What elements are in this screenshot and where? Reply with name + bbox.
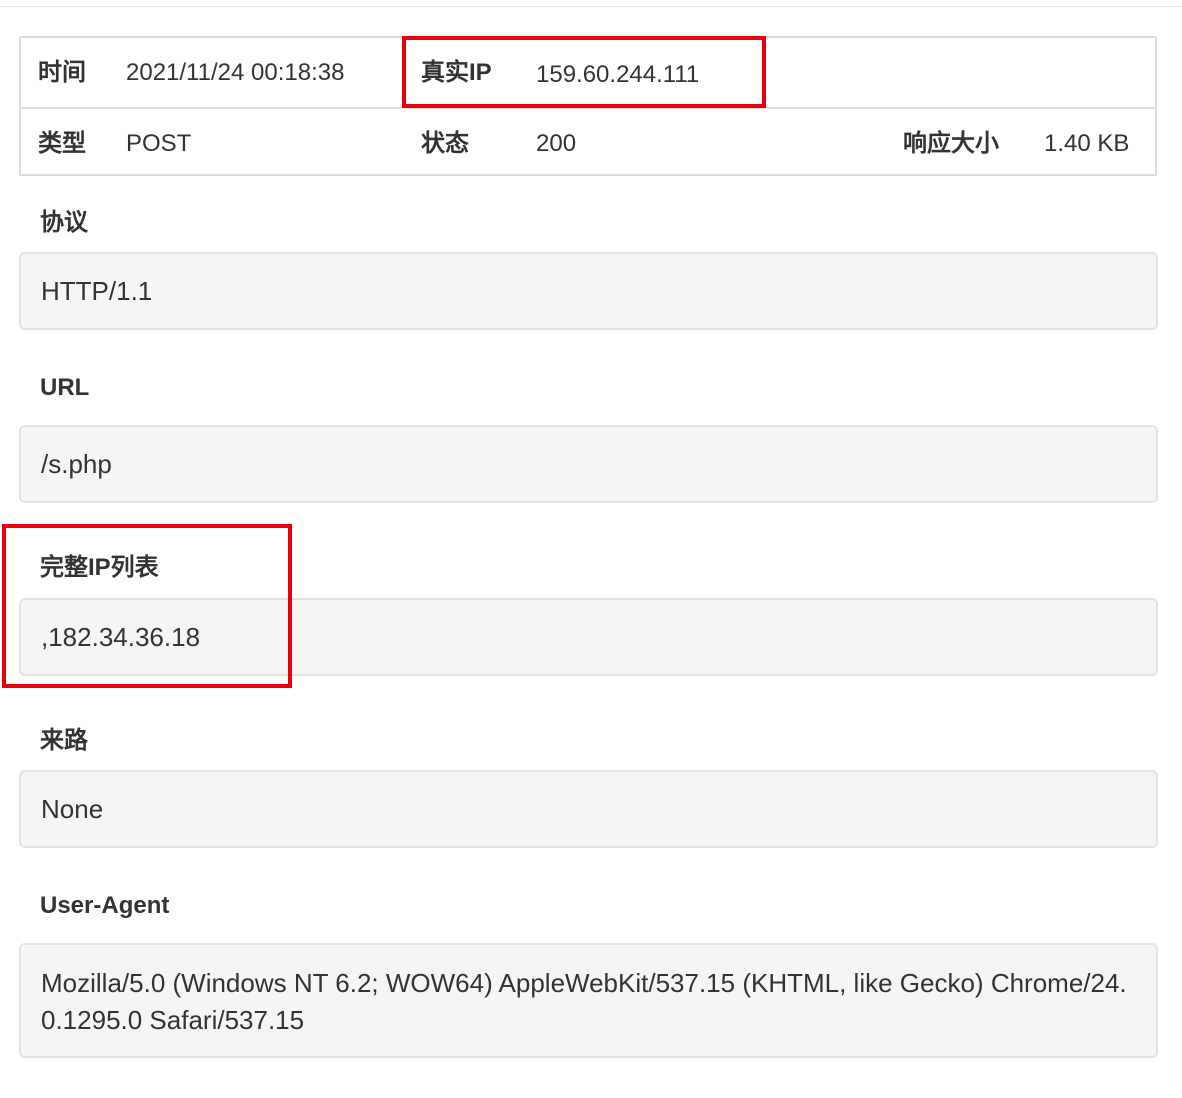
- status-label: 状态: [421, 130, 469, 157]
- referer-value-box: None: [19, 770, 1158, 848]
- info-row-time: 时间 2021/11/24 00:18:38 真实IP 159.60.244.1…: [21, 38, 1155, 109]
- ip-list-value-box: ,182.34.36.18: [19, 598, 1158, 676]
- protocol-label: 协议: [40, 209, 88, 236]
- protocol-value-box: HTTP/1.1: [19, 252, 1158, 330]
- real-ip-value: 159.60.244.111: [536, 61, 700, 88]
- request-info-table: 时间 2021/11/24 00:18:38 真实IP 159.60.244.1…: [19, 36, 1157, 176]
- time-label: 时间: [38, 59, 86, 86]
- status-value: 200: [536, 130, 577, 157]
- info-row-type: 类型 POST 状态 200 响应大小 1.40 KB: [21, 109, 1155, 178]
- real-ip-label: 真实IP: [421, 59, 492, 86]
- ip-list-label: 完整IP列表: [40, 554, 159, 581]
- response-size-label: 响应大小: [903, 130, 999, 157]
- type-label: 类型: [38, 130, 86, 157]
- type-value: POST: [126, 130, 192, 157]
- time-value: 2021/11/24 00:18:38: [126, 59, 345, 86]
- url-value-box: /s.php: [19, 425, 1158, 503]
- referer-label: 来路: [40, 727, 88, 754]
- user-agent-value-box: Mozilla/5.0 (Windows NT 6.2; WOW64) Appl…: [19, 943, 1158, 1058]
- url-label: URL: [40, 374, 90, 401]
- user-agent-label: User-Agent: [40, 892, 170, 919]
- top-divider: [0, 0, 1182, 7]
- response-size-value: 1.40 KB: [1044, 130, 1130, 157]
